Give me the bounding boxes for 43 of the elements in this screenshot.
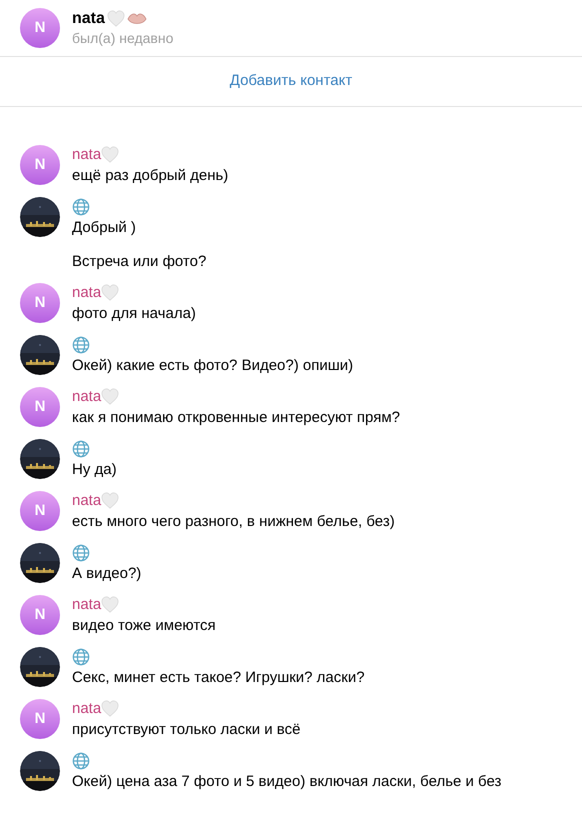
avatar: N	[20, 595, 60, 635]
add-contact-button[interactable]: Добавить контакт	[230, 70, 352, 93]
contact-name: nata	[72, 9, 105, 29]
avatar: N	[20, 387, 60, 427]
message-text: Окей) какие есть фото? Видео?) опиши)	[72, 356, 354, 376]
globe-icon	[72, 648, 90, 666]
heart-icon	[106, 10, 125, 28]
avatar: N	[20, 699, 60, 739]
lips-icon	[126, 12, 147, 26]
sender-name: nata	[72, 144, 102, 165]
avatar: N	[20, 8, 60, 48]
heart-icon	[101, 388, 120, 406]
globe-icon	[72, 544, 90, 562]
globe-icon	[72, 198, 90, 216]
avatar: N	[20, 145, 60, 185]
heart-icon	[101, 284, 120, 302]
sender-name: nata	[72, 490, 102, 511]
sender-name: nata	[72, 698, 102, 719]
heart-icon	[101, 492, 120, 510]
message-text: фото для начала)	[72, 304, 196, 324]
message-text: присутствуют только ласки и всё	[72, 720, 300, 740]
globe-icon	[72, 440, 90, 458]
message-text: Добрый )	[72, 218, 137, 238]
message-text: Секс, минет есть такое? Игрушки? ласки?	[72, 668, 365, 688]
globe-icon	[72, 336, 90, 354]
heart-icon	[101, 146, 120, 164]
sender-name: nata	[72, 282, 102, 303]
avatar: N	[20, 491, 60, 531]
message-text: видео тоже имеются	[72, 616, 216, 636]
heart-icon	[101, 700, 120, 718]
sender-name: nata	[72, 594, 102, 615]
message-text: ещё раз добрый день)	[72, 166, 228, 186]
globe-icon	[72, 752, 90, 770]
last-seen-status: был(а) недавно	[72, 29, 174, 47]
message-text: есть много чего разного, в нижнем белье, без)	[72, 512, 395, 532]
sender-name: nata	[72, 386, 102, 407]
message-text: как я понимаю откровенные интересуют прям?	[72, 408, 400, 428]
message-text: Окей) цена аза 7 фото и 5 видео) включая ласки, белье и без	[72, 772, 502, 792]
message-text: Ну да)	[72, 460, 117, 480]
heart-icon	[101, 596, 120, 614]
message-text: А видео?)	[72, 564, 142, 584]
avatar: N	[20, 283, 60, 323]
message-text: Встреча или фото?	[72, 252, 206, 272]
